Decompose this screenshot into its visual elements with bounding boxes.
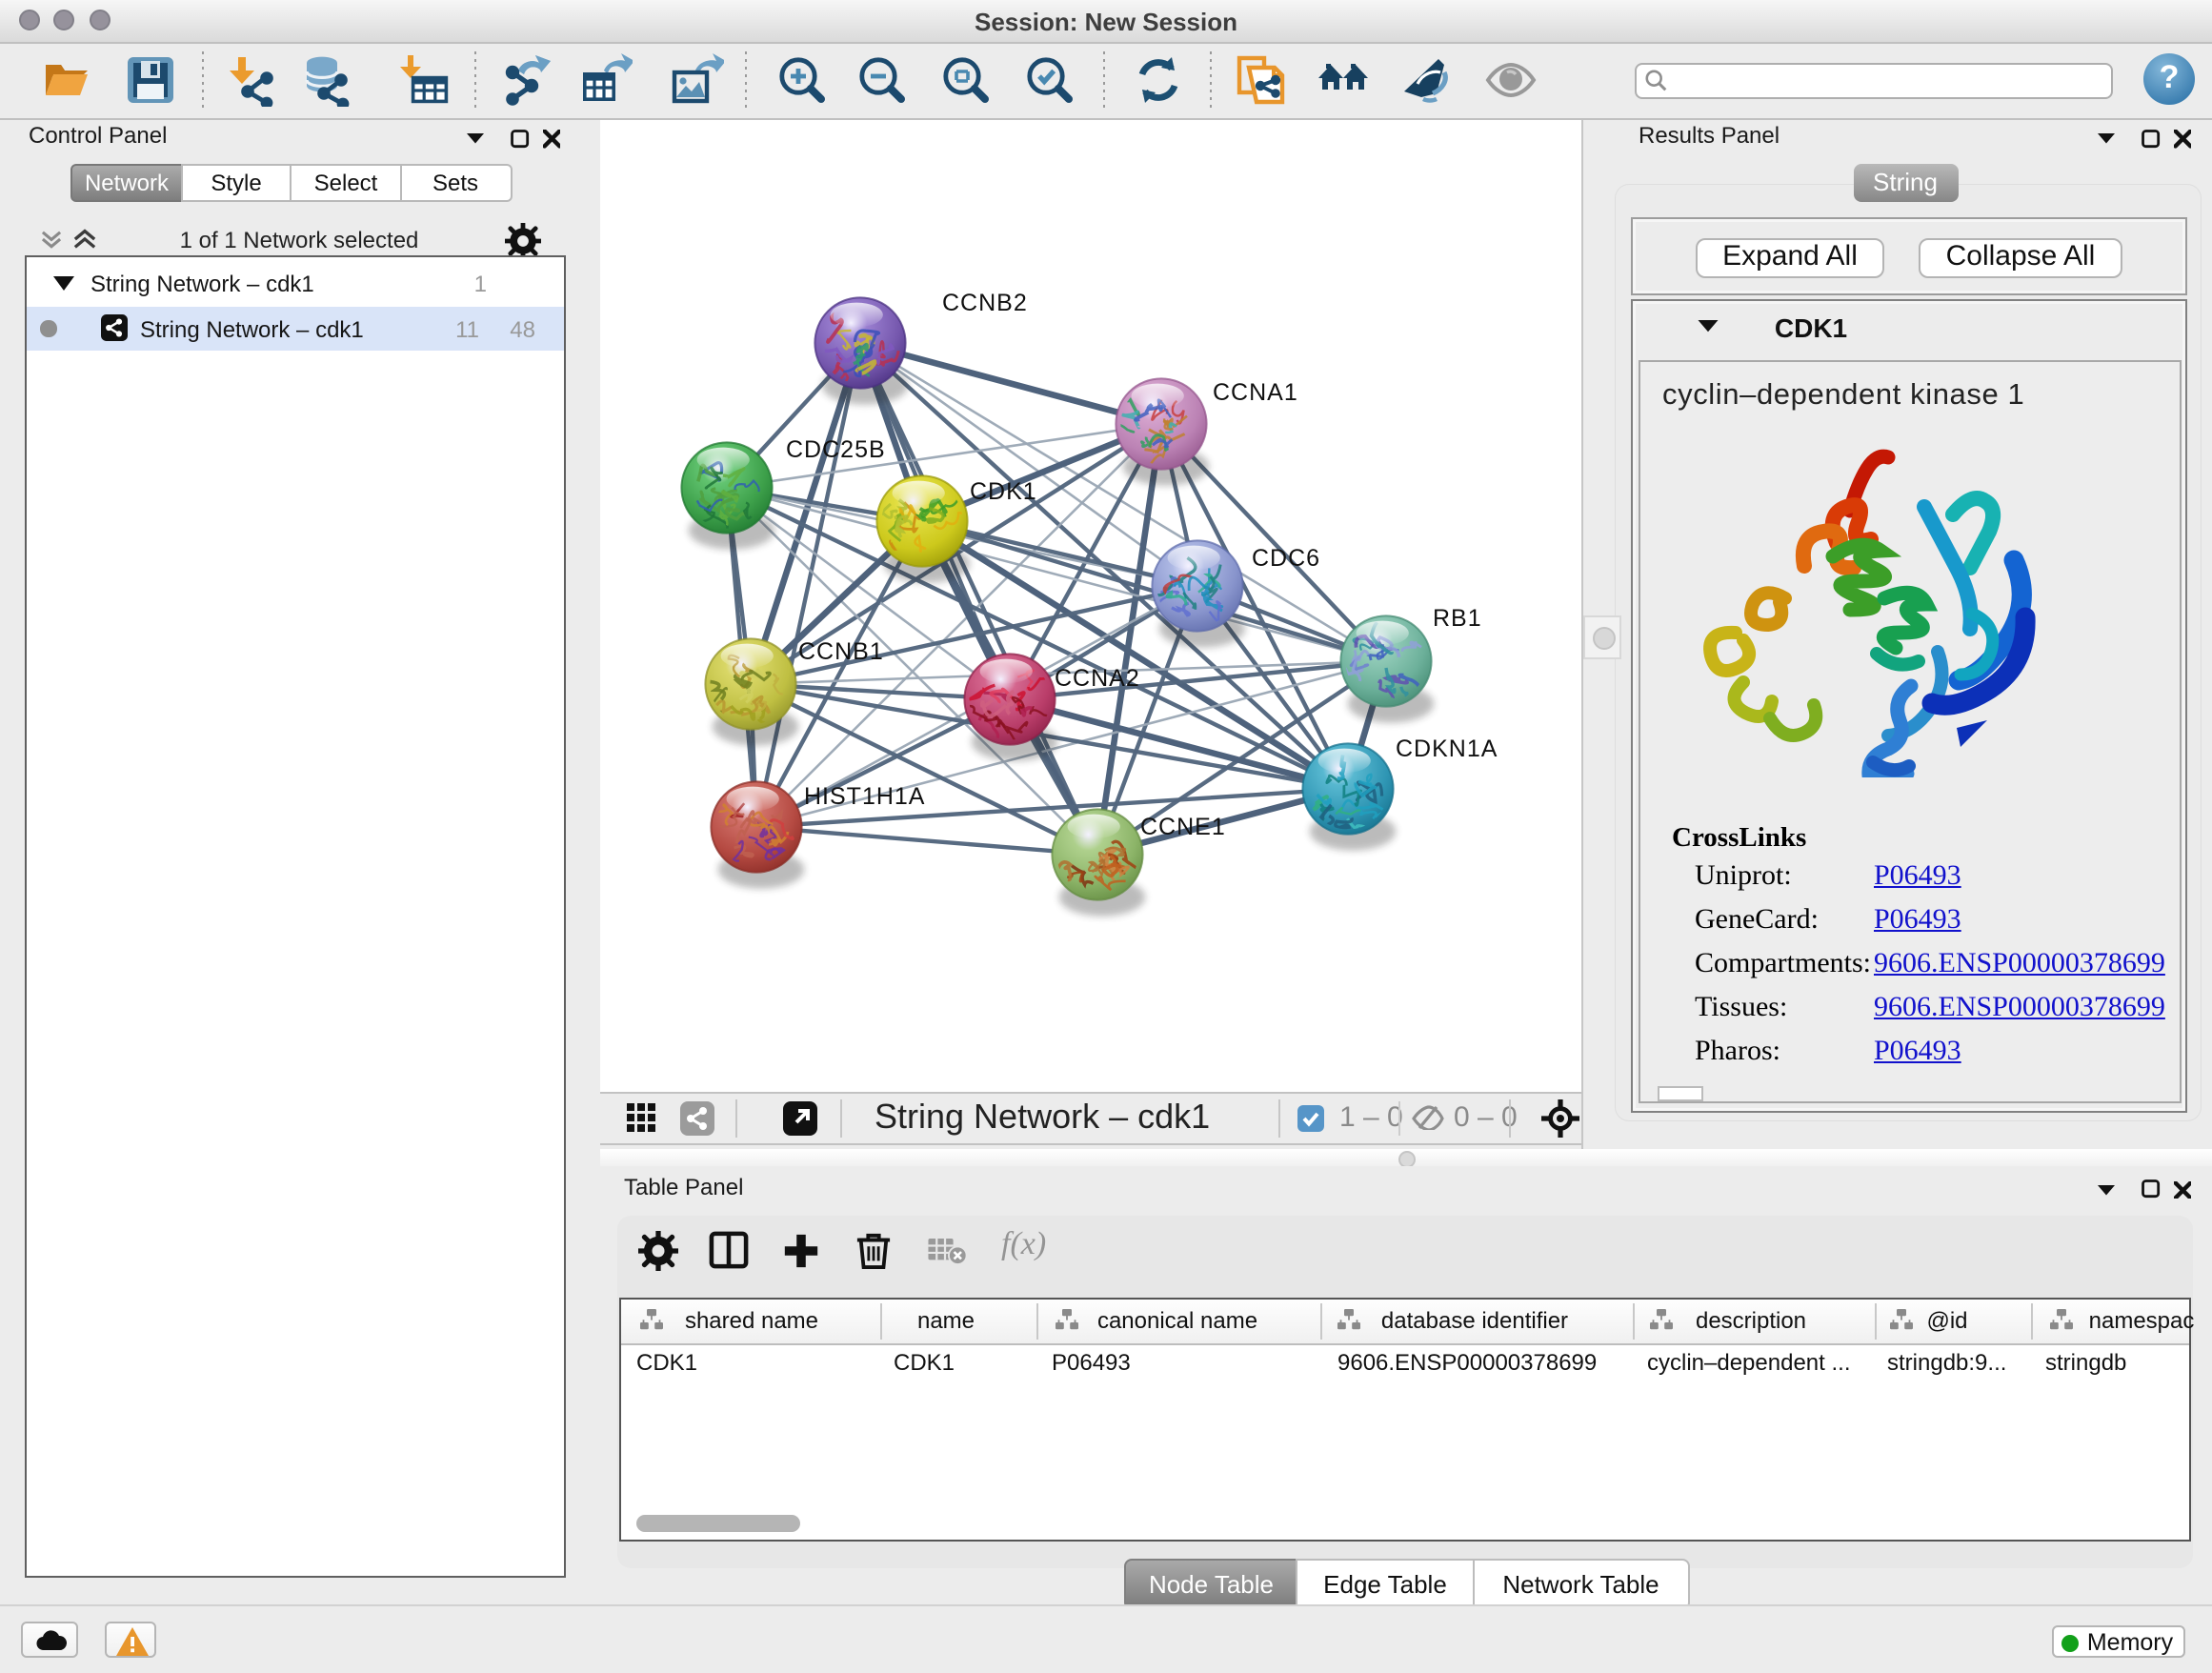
svg-text:CCNA1: CCNA1 [1213,379,1298,406]
svg-text:RB1: RB1 [1433,605,1482,632]
svg-text:CDC6: CDC6 [1252,545,1320,572]
svg-text:CCNE1: CCNE1 [1140,814,1226,840]
svg-text:CDK1: CDK1 [970,478,1037,505]
svg-text:CCNB1: CCNB1 [798,638,884,665]
svg-text:CCNB2: CCNB2 [942,290,1028,316]
svg-text:CDC25B: CDC25B [786,436,886,463]
svg-text:HIST1H1A: HIST1H1A [804,783,925,810]
svg-text:CCNA2: CCNA2 [1055,665,1140,692]
svg-text:CDKN1A: CDKN1A [1396,736,1498,762]
